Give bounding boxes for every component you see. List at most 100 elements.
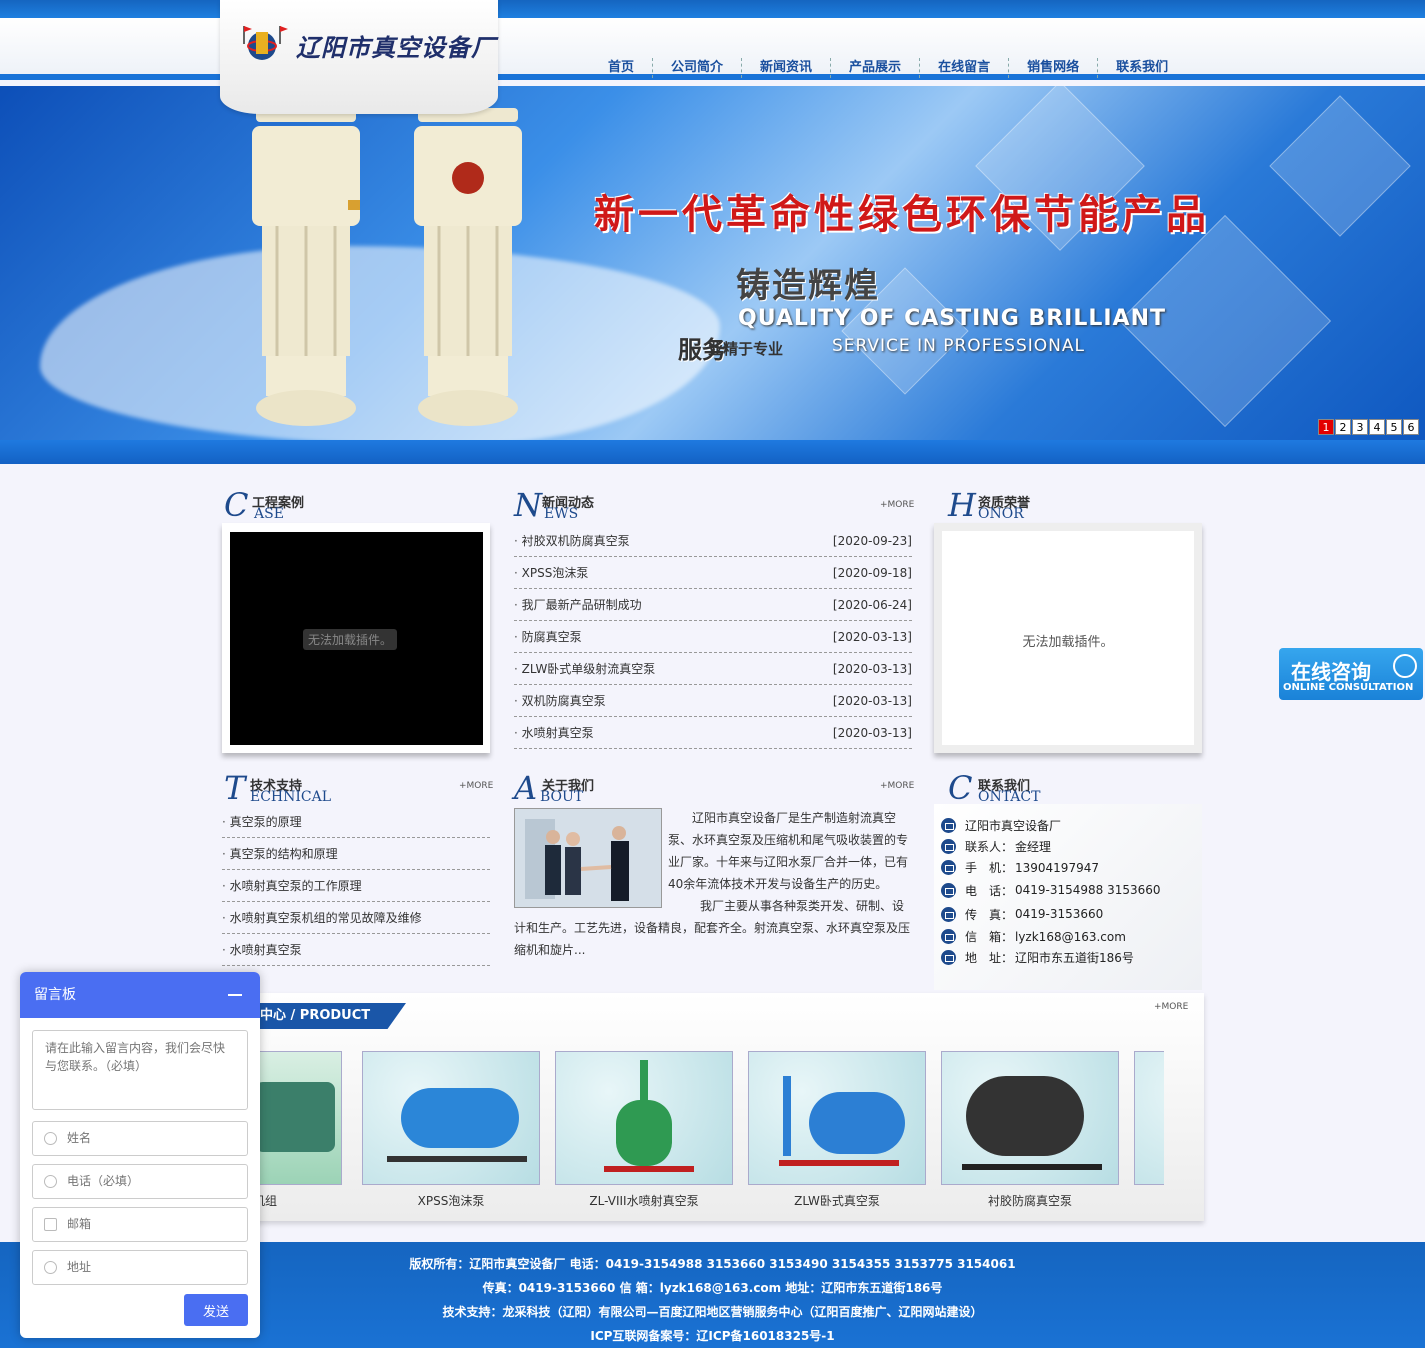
nav-products[interactable]: 产品展示	[830, 58, 919, 78]
contact-value: 0419-3153660	[1015, 907, 1104, 921]
slide-dot[interactable]: 5	[1386, 419, 1402, 435]
news-title: 双机防腐真空泵	[514, 692, 606, 709]
slide-dot[interactable]: 3	[1352, 419, 1368, 435]
mail-icon	[941, 950, 956, 965]
mail-icon	[44, 1218, 57, 1231]
technical-more-link[interactable]: +MORE	[459, 781, 493, 791]
product-name: ZL-VIII水喷射真空泵	[589, 1194, 699, 1208]
message-content-input[interactable]	[32, 1030, 248, 1110]
banner-diamond	[1269, 95, 1411, 237]
contact-company-name: 辽阳市真空设备厂	[965, 819, 1062, 833]
online-consult-button[interactable]: 在线咨询 ONLINE CONSULTATION	[1279, 648, 1423, 700]
contact-heading-en: ONTACT	[978, 789, 1041, 805]
slide-dot[interactable]: 4	[1369, 419, 1385, 435]
technical-item[interactable]: 真空泵的结构和原理	[222, 838, 490, 870]
news-item[interactable]: 水喷射真空泵 [2020-03-13]	[514, 717, 912, 749]
contact-label: 手 机：	[965, 861, 1014, 875]
message-board-title: 留言板	[34, 987, 76, 1003]
banner-service-en: SERVICE IN PROFESSIONAL	[832, 336, 1085, 356]
technical-item[interactable]: 水喷射真空泵的工作原理	[222, 870, 490, 902]
about-more-link[interactable]: +MORE	[880, 781, 914, 791]
tank-base	[604, 1166, 694, 1172]
news-item[interactable]: XPSS泡沫泵 [2020-09-18]	[514, 557, 912, 589]
slide-dot[interactable]: 6	[1403, 419, 1419, 435]
contact-phone: 电 话： 0419-3154988 3153660	[934, 878, 1202, 902]
news-more-link[interactable]: +MORE	[880, 500, 914, 510]
pump-unit-shape	[258, 1082, 335, 1152]
product-card[interactable]: 衬胶防腐真空泵	[941, 1051, 1119, 1209]
tank-base	[962, 1164, 1102, 1170]
nav-about[interactable]: 公司简介	[652, 58, 741, 78]
technical-heading-en: ECHNICAL	[250, 789, 332, 805]
nav-home[interactable]: 首页	[590, 58, 652, 78]
product-tab-title: 中心 / PRODUCT	[252, 1003, 406, 1029]
product-card[interactable]: ZLW卧式真空泵	[748, 1051, 926, 1209]
contact-fax: 传 真： 0419-3153660	[934, 902, 1202, 926]
nav-contact[interactable]: 联系我们	[1097, 58, 1186, 78]
news-item[interactable]: 我厂最新产品研制成功 [2020-06-24]	[514, 589, 912, 621]
technical-item[interactable]: 真空泵的原理	[222, 806, 490, 838]
news-title: XPSS泡沫泵	[514, 564, 589, 581]
send-button[interactable]: 发送	[184, 1294, 248, 1326]
minimize-icon[interactable]	[228, 994, 242, 996]
news-title: 防腐真空泵	[514, 628, 582, 645]
news-item[interactable]: 防腐真空泵 [2020-03-13]	[514, 621, 912, 653]
product-card[interactable]	[1134, 1051, 1164, 1192]
product-card[interactable]: XPSS泡沫泵	[362, 1051, 540, 1209]
logo[interactable]: 辽阳市真空设备厂	[220, 0, 498, 114]
technical-item[interactable]: 水喷射真空泵机组的常见故障及维修	[222, 902, 490, 934]
consult-label-cn: 在线咨询	[1291, 660, 1371, 684]
plugin-error-message: 无法加载插件。	[1022, 635, 1114, 650]
pump-product-image	[252, 108, 360, 426]
phone-field	[32, 1164, 248, 1199]
tank-shape	[401, 1088, 519, 1148]
mail-icon	[941, 818, 956, 833]
world-map-graphic	[40, 246, 720, 440]
phone-icon	[44, 1175, 57, 1188]
product-card[interactable]: 环泵机组	[258, 1051, 342, 1209]
news-item[interactable]: 双机防腐真空泵 [2020-03-13]	[514, 685, 912, 717]
name-input[interactable]	[67, 1122, 237, 1153]
news-item[interactable]: ZLW卧式单级射流真空泵 [2020-03-13]	[514, 653, 912, 685]
product-image	[555, 1051, 733, 1185]
handshake-photo	[515, 809, 661, 907]
news-heading-en: EWS	[544, 506, 579, 522]
slide-dot[interactable]: 2	[1335, 419, 1351, 435]
honor-panel: 无法加载插件。	[934, 523, 1202, 753]
case-video-player[interactable]: 无法加载插件。	[230, 532, 483, 745]
contact-company: 辽阳市真空设备厂	[934, 815, 1202, 836]
honor-heading-en: ONOR	[978, 506, 1024, 522]
slide-pager: 1 2 3 4 5 6	[1318, 419, 1419, 435]
tank-shape	[809, 1092, 905, 1154]
news-item[interactable]: 衬胶双机防腐真空泵 [2020-09-23]	[514, 525, 912, 557]
consult-label-en: ONLINE CONSULTATION	[1283, 682, 1414, 693]
news-date: [2020-06-24]	[832, 597, 912, 612]
nav-news[interactable]: 新闻资讯	[741, 58, 830, 78]
tank-shape	[966, 1076, 1084, 1156]
tank-shape	[616, 1100, 672, 1166]
news-list: 衬胶双机防腐真空泵 [2020-09-23] XPSS泡沫泵 [2020-09-18…	[514, 525, 912, 749]
message-board-header: 留言板	[20, 972, 260, 1018]
product-more-link[interactable]: +MORE	[1154, 1002, 1188, 1012]
banner-slogan-cn: 铸造辉煌	[736, 266, 880, 306]
news-title: 水喷射真空泵	[514, 724, 594, 741]
address-input[interactable]	[67, 1251, 237, 1282]
product-card[interactable]: ZL-VIII水喷射真空泵	[555, 1051, 733, 1209]
email-field	[32, 1207, 248, 1242]
top-stripe	[0, 0, 1425, 18]
technical-list: 真空泵的原理 真空泵的结构和原理 水喷射真空泵的工作原理 水喷射真空泵机组的常见…	[222, 806, 490, 966]
mail-icon	[941, 839, 956, 854]
pump-product-image	[414, 108, 522, 426]
slide-dot[interactable]: 1	[1318, 419, 1334, 435]
nav-sales-network[interactable]: 销售网络	[1008, 58, 1097, 78]
contact-heading-letter: C	[948, 769, 973, 807]
hero-banner: 新一代革命性绿色环保节能产品 铸造辉煌 QUALITY OF CASTING B…	[0, 86, 1425, 440]
logo-text: 辽阳市真空设备厂	[296, 33, 496, 62]
contact-label: 联系人：	[965, 840, 1014, 854]
nav-message[interactable]: 在线留言	[919, 58, 1008, 78]
technical-title: 真空泵的结构和原理	[222, 845, 338, 862]
phone-input[interactable]	[67, 1165, 237, 1196]
email-input[interactable]	[67, 1208, 237, 1239]
contact-label: 信 箱：	[965, 930, 1014, 944]
technical-item[interactable]: 水喷射真空泵	[222, 934, 490, 966]
